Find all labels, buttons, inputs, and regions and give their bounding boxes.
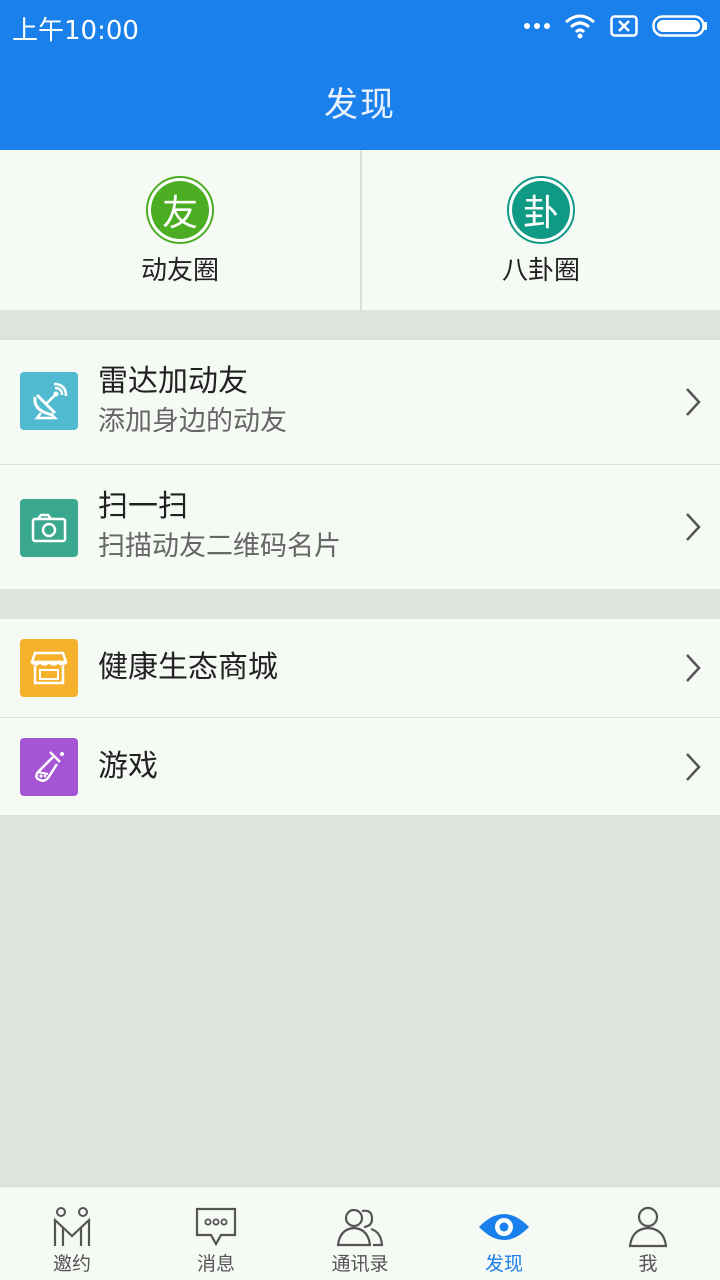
gossip-circle-label: 八卦圈 xyxy=(501,256,580,286)
status-time: 上午10:00 xyxy=(12,16,139,46)
gossip-circle-icon: 卦 xyxy=(512,181,570,239)
tab-me-label: 我 xyxy=(638,1253,658,1275)
page-title: 发现 xyxy=(324,84,396,125)
radar-add-friend-title: 雷达加动友 xyxy=(98,364,248,399)
discover-group-2: 健康生态商城 游戏 xyxy=(0,619,720,815)
moyou-circle-label: 动友圈 xyxy=(140,256,219,286)
chevron-right-icon xyxy=(686,513,701,541)
discover-group-1: 雷达加动友 添加身边的动友 扫一扫 扫描动友二维码名片 xyxy=(0,340,720,589)
health-mall-row[interactable]: 健康生态商城 xyxy=(0,619,720,717)
profile-icon xyxy=(628,1206,668,1248)
tab-contacts[interactable]: 通讯录 xyxy=(288,1187,432,1280)
scan-row[interactable]: 扫一扫 扫描动友二维码名片 xyxy=(0,464,720,589)
app-bar: 发现 xyxy=(0,52,720,150)
bottom-tab-bar: 邀约 消息 通讯录 发现 我 xyxy=(0,1186,720,1280)
radar-add-friend-subtitle: 添加身边的动友 xyxy=(98,406,287,437)
tab-discover[interactable]: 发现 xyxy=(432,1187,576,1280)
moyou-circle-badge: 友 xyxy=(146,176,214,244)
chevron-right-icon xyxy=(686,654,701,682)
scan-subtitle: 扫描动友二维码名片 xyxy=(98,531,341,562)
contacts-icon xyxy=(336,1208,384,1247)
moyou-circle-button[interactable]: 友 动友圈 xyxy=(0,150,360,310)
tab-messages[interactable]: 消息 xyxy=(144,1187,288,1280)
battery-icon xyxy=(652,15,707,37)
store-icon xyxy=(20,639,78,697)
no-sim-icon xyxy=(610,15,638,37)
status-icons xyxy=(524,10,708,42)
eye-icon xyxy=(479,1214,529,1240)
more-dots-icon xyxy=(524,23,550,29)
tab-discover-label: 发现 xyxy=(484,1253,523,1275)
wifi-icon xyxy=(565,14,595,39)
potion-flask-icon xyxy=(20,738,78,796)
tab-contacts-label: 通讯录 xyxy=(331,1253,389,1275)
camera-icon xyxy=(20,499,78,557)
games-row[interactable]: 游戏 xyxy=(0,717,720,815)
message-icon xyxy=(195,1207,237,1247)
tab-me[interactable]: 我 xyxy=(576,1187,720,1280)
tab-invite-label: 邀约 xyxy=(52,1253,91,1275)
status-bar: 上午10:00 xyxy=(0,0,720,52)
tab-invite[interactable]: 邀约 xyxy=(0,1187,144,1280)
invite-icon xyxy=(53,1207,91,1246)
moyou-circle-icon: 友 xyxy=(151,181,209,239)
chevron-right-icon xyxy=(686,388,701,416)
circles-section: 友 动友圈 卦 八卦圈 xyxy=(0,150,720,310)
radar-dish-icon xyxy=(20,372,78,430)
gossip-circle-badge: 卦 xyxy=(507,176,575,244)
gossip-circle-button[interactable]: 卦 八卦圈 xyxy=(360,150,720,310)
health-mall-title: 健康生态商城 xyxy=(98,650,278,685)
tab-messages-label: 消息 xyxy=(196,1253,235,1275)
chevron-right-icon xyxy=(686,752,701,781)
radar-add-friend-row[interactable]: 雷达加动友 添加身边的动友 xyxy=(0,340,720,464)
scan-title: 扫一扫 xyxy=(98,489,188,524)
games-title: 游戏 xyxy=(98,749,158,784)
